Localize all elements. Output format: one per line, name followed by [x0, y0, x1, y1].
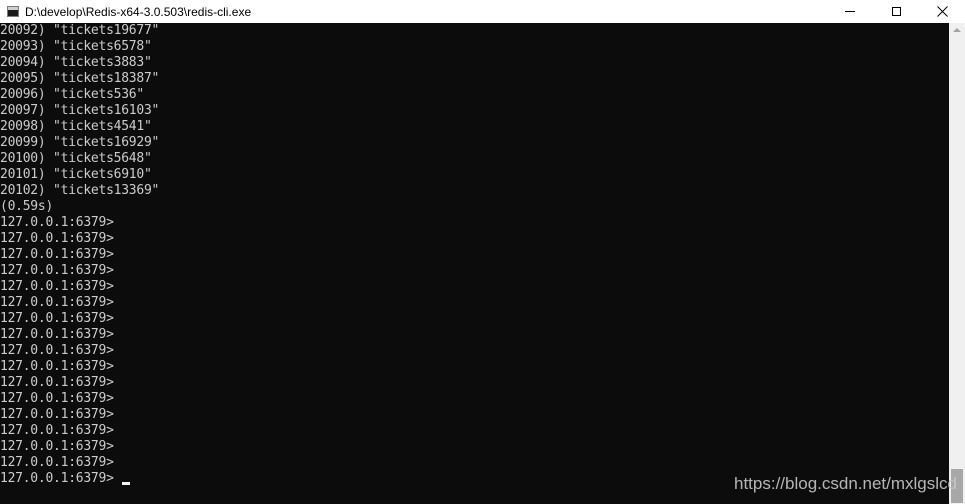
console-line: 20100) "tickets5648"	[0, 151, 152, 166]
console-line: 127.0.0.1:6379>	[0, 375, 114, 390]
console-line: 127.0.0.1:6379>	[0, 311, 114, 326]
window-controls	[827, 0, 965, 23]
text-cursor	[121, 482, 130, 485]
console-line: 127.0.0.1:6379>	[0, 327, 114, 342]
console-line: 20095) "tickets18387"	[0, 71, 160, 86]
console-line: 20097) "tickets16103"	[0, 103, 160, 118]
scroll-up-arrow-icon[interactable]	[953, 28, 961, 32]
console-line: 127.0.0.1:6379>	[0, 407, 114, 422]
console-line: 127.0.0.1:6379>	[0, 423, 114, 438]
console-line: 20098) "tickets4541"	[0, 119, 152, 134]
console-line: 127.0.0.1:6379>	[0, 263, 114, 278]
console-line: 127.0.0.1:6379>	[0, 359, 114, 374]
console-line: 20096) "tickets536"	[0, 87, 144, 102]
console-line: 127.0.0.1:6379>	[0, 279, 114, 294]
console-line: (0.59s)	[0, 199, 54, 214]
console-line: 127.0.0.1:6379>	[0, 455, 114, 470]
console-window: D:\develop\Redis-x64-3.0.503\redis-cli.e…	[0, 0, 965, 504]
console-line: 20101) "tickets6910"	[0, 167, 152, 182]
close-button[interactable]	[919, 0, 965, 23]
console-line: 127.0.0.1:6379>	[0, 231, 114, 246]
console-icon	[7, 6, 19, 17]
console-line: 20093) "tickets6578"	[0, 39, 152, 54]
console-line: 20102) "tickets13369"	[0, 183, 160, 198]
console-output[interactable]: 20092) "tickets19677" 20093) "tickets6578…	[0, 23, 950, 504]
console-line: 20094) "tickets3883"	[0, 55, 152, 70]
watermark: https://blog.csdn.net/mxlgslcd	[733, 474, 957, 493]
console-line: 127.0.0.1:6379>	[0, 247, 114, 262]
maximize-icon	[891, 7, 901, 16]
title-bar[interactable]: D:\develop\Redis-x64-3.0.503\redis-cli.e…	[0, 0, 965, 23]
console-line: 127.0.0.1:6379>	[0, 343, 114, 358]
close-icon	[936, 6, 948, 17]
console-line: 20092) "tickets19677"	[0, 23, 160, 38]
console-line: 127.0.0.1:6379>	[0, 391, 114, 406]
minimize-icon	[845, 11, 855, 12]
minimize-button[interactable]	[827, 0, 873, 23]
console-line: 127.0.0.1:6379>	[0, 215, 114, 230]
vertical-scrollbar[interactable]	[949, 23, 965, 504]
window-title: D:\develop\Redis-x64-3.0.503\redis-cli.e…	[25, 4, 252, 19]
console-line: 20099) "tickets16929"	[0, 135, 160, 150]
maximize-button[interactable]	[873, 0, 919, 23]
console-line: 127.0.0.1:6379>	[0, 295, 114, 310]
console-line: 127.0.0.1:6379>	[0, 439, 114, 454]
